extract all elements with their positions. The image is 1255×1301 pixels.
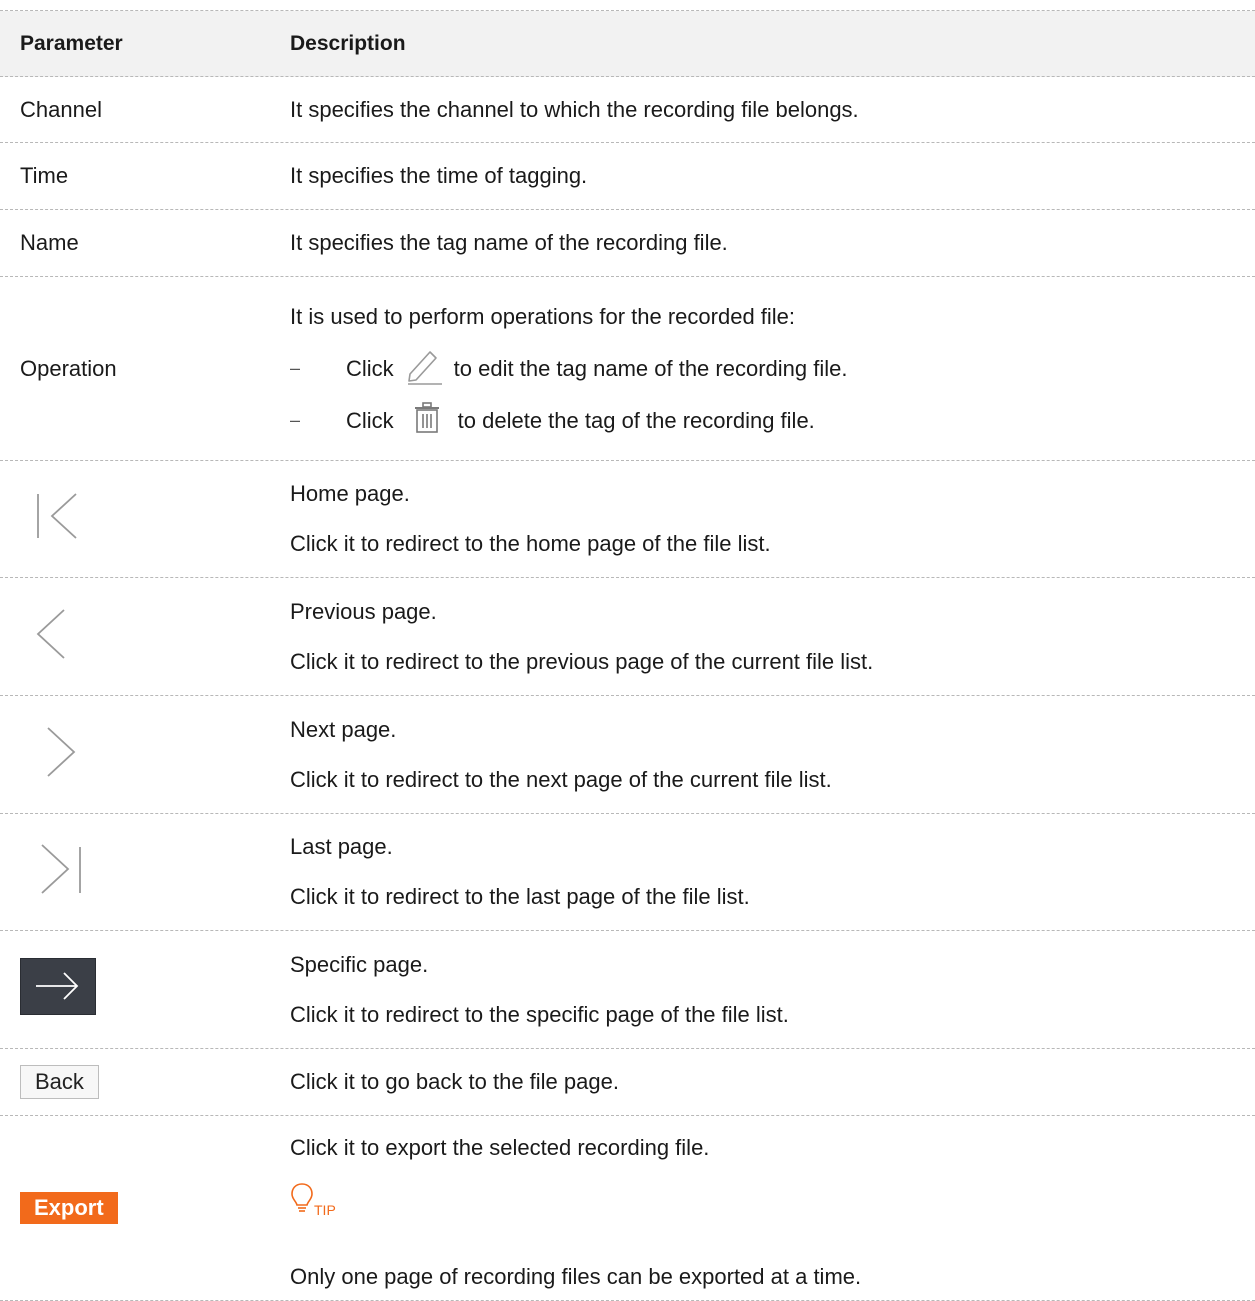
param-home: [0, 490, 270, 548]
tip-label: TIP: [314, 1202, 336, 1218]
last-page-icon[interactable]: [38, 841, 88, 903]
desc-time: It specifies the time of tagging.: [290, 163, 588, 188]
home-desc: Click it to redirect to the home page of…: [290, 531, 771, 556]
table-row-specific: Specific page. Click it to redirect to t…: [0, 931, 1255, 1049]
chevron-left-icon[interactable]: [34, 606, 74, 668]
trash-icon: [414, 401, 440, 440]
param-next: [0, 724, 270, 786]
parameter-table: Parameter Description Channel It specifi…: [0, 10, 1255, 1301]
table-row-back: Back Click it to go back to the file pag…: [0, 1049, 1255, 1116]
table-row-channel: Channel It specifies the channel to whic…: [0, 77, 1255, 143]
arrow-right-icon: [36, 972, 79, 1000]
desc-next: Next page. Click it to redirect to the n…: [270, 705, 1255, 805]
bullet-dash: –: [290, 358, 301, 378]
specific-desc: Click it to redirect to the specific pag…: [290, 1001, 789, 1027]
delete-prefix: Click: [346, 407, 394, 433]
desc-previous: Previous page. Click it to redirect to t…: [270, 587, 1255, 687]
table-row-export: Export Click it to export the selected r…: [0, 1116, 1255, 1301]
previous-desc: Click it to redirect to the previous pag…: [290, 648, 874, 674]
go-to-page-button[interactable]: [20, 958, 96, 1015]
first-page-icon[interactable]: [34, 490, 84, 548]
param-last: [0, 841, 270, 903]
export-desc: Click it to export the selected recordin…: [290, 1135, 710, 1160]
table-row-name: Name It specifies the tag name of the re…: [0, 210, 1255, 277]
param-time: Time: [20, 163, 69, 188]
header-description: Description: [290, 31, 406, 55]
desc-back: Click it to go back to the file page.: [290, 1069, 619, 1094]
last-desc: Click it to redirect to the last page of…: [290, 884, 750, 909]
operation-intro: It is used to perform operations for the…: [290, 303, 796, 329]
param-channel: Channel: [20, 96, 102, 122]
desc-home: Home page. Click it to redirect to the h…: [270, 469, 1255, 569]
operation-delete-bullet: – Click to delete the tag of the recordi…: [290, 395, 1255, 447]
table-header: Parameter Description: [0, 11, 1255, 77]
tip-text: Only one page of recording files can be …: [290, 1264, 862, 1289]
last-title: Last page.: [290, 834, 393, 859]
operation-edit-bullet: – Click to edit the tag name of the reco…: [290, 343, 1255, 395]
table-row-last: Last page. Click it to redirect to the l…: [0, 814, 1255, 931]
table-row-time: Time It specifies the time of tagging.: [0, 143, 1255, 210]
param-name: Name: [20, 230, 79, 255]
back-button[interactable]: Back: [20, 1065, 99, 1099]
edit-prefix: Click: [346, 355, 394, 381]
table-row-home: Home page. Click it to redirect to the h…: [0, 461, 1255, 578]
table-row-operation: Operation It is used to perform operatio…: [0, 277, 1255, 461]
previous-title: Previous page.: [290, 598, 437, 624]
desc-channel: It specifies the channel to which the re…: [290, 96, 859, 122]
desc-operation: It is used to perform operations for the…: [270, 291, 1255, 447]
param-operation: Operation: [20, 355, 117, 381]
edit-pencil-icon: [404, 346, 444, 392]
export-button[interactable]: Export: [20, 1192, 118, 1224]
specific-title: Specific page.: [290, 951, 429, 977]
desc-last: Last page. Click it to redirect to the l…: [270, 822, 1255, 922]
bullet-dash: –: [290, 410, 301, 430]
table-row-next: Next page. Click it to redirect to the n…: [0, 696, 1255, 814]
chevron-right-icon[interactable]: [42, 724, 82, 786]
param-export: Export: [0, 1192, 270, 1224]
table-row-previous: Previous page. Click it to redirect to t…: [0, 578, 1255, 696]
desc-export: Click it to export the selected recordin…: [270, 1124, 1255, 1292]
param-previous: [0, 606, 270, 668]
tip-heading: TIP: [290, 1178, 1255, 1220]
desc-name: It specifies the tag name of the recordi…: [290, 230, 728, 255]
delete-suffix: to delete the tag of the recording file.: [457, 407, 815, 433]
edit-suffix: to edit the tag name of the recording fi…: [453, 355, 848, 381]
next-title: Next page.: [290, 716, 397, 742]
desc-specific: Specific page. Click it to redirect to t…: [270, 940, 1255, 1040]
param-back: Back: [0, 1065, 270, 1099]
param-specific: [0, 958, 270, 1021]
header-parameter: Parameter: [20, 31, 123, 55]
next-desc: Click it to redirect to the next page of…: [290, 766, 832, 792]
home-title: Home page.: [290, 481, 410, 506]
lightbulb-icon: [290, 1182, 314, 1220]
